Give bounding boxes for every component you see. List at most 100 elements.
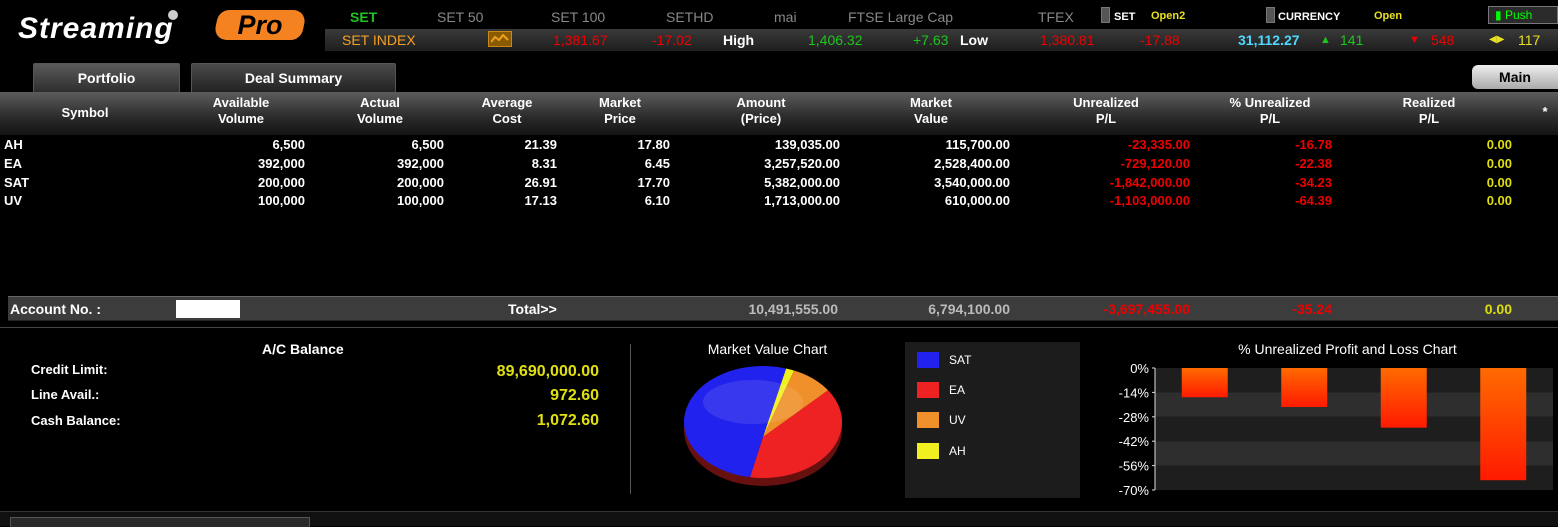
unchanged-icon: ◀▶ [1489,34,1505,45]
top-bar: Streaming Pro SET SET 50 SET 100 SETHD m… [0,0,1558,60]
col-header-unrealized-pl[interactable]: Unrealized P/L [1050,95,1162,127]
tab-portfolio[interactable]: Portfolio [33,63,180,92]
legend-item: EA [917,381,1037,399]
cell-amount: 139,035.00 [774,137,840,152]
total-pct-unrealized-pl: -35.24 [1292,301,1332,317]
cell-unrealized-pl: -729,120.00 [1120,156,1190,171]
portfolio-table-header: Symbol Available Volume Actual Volume Av… [0,92,1558,135]
cell-symbol: UV [4,193,23,208]
main-button[interactable]: Main [1472,65,1558,89]
table-row[interactable]: UV 100,000 100,000 17.13 6.10 1,713,000.… [0,192,1558,211]
market-tab-mai[interactable]: mai [774,9,797,25]
currency-status-indicator [1266,7,1275,23]
total-label: Total>> [508,301,557,317]
bar-ah [1181,368,1228,398]
down-count: 548 [1431,32,1455,48]
bar-chart-tick-label: -70% [1119,483,1150,498]
index-volume: 31,112.27 [1238,32,1300,48]
col-header-star[interactable]: * [1538,104,1552,120]
credit-limit-label: Credit Limit: [31,362,108,377]
high-value: 1,406.32 [808,32,863,48]
bar-chart-title: % Unrealized Profit and Loss Chart [1238,341,1457,357]
cell-market-price: 17.80 [637,137,670,152]
legend-label: UV [949,413,966,427]
table-row[interactable]: AH 6,500 6,500 21.39 17.80 139,035.00 11… [0,136,1558,155]
col-header-amount[interactable]: Amount (Price) [705,95,817,127]
bar-uv [1480,368,1527,481]
pie-legend: SAT EA UV AH [905,342,1080,498]
market-tab-set50[interactable]: SET 50 [437,9,483,25]
market-tab-tfex[interactable]: TFEX [1038,9,1074,25]
cell-realized-pl: 0.00 [1486,175,1512,190]
cell-market-value: 610,000.00 [944,193,1010,208]
market-tab-set[interactable]: SET [350,9,377,25]
table-row[interactable]: EA 392,000 392,000 8.31 6.45 3,257,520.0… [0,155,1558,174]
ac-balance-title: A/C Balance [262,341,344,357]
market-tab-ftse[interactable]: FTSE Large Cap [848,9,953,25]
col-header-pct-unrealized-pl[interactable]: % Unrealized P/L [1210,95,1330,127]
logo-text-pro: Pro [237,10,283,40]
logo-pro-badge: Pro [212,10,308,40]
index-ticker-row: SET INDEX 1,381.67 -17.02 High 1,406.32 … [325,29,1558,51]
cell-amount: 1,713,000.00 [764,193,840,208]
legend-label: EA [949,383,966,397]
section-divider [0,327,1558,328]
legend-swatch [917,412,939,428]
streaming-pro-logo: Streaming Pro [18,6,308,46]
currency-label: CURRENCY [1278,11,1341,23]
line-avail-value: 972.60 [550,387,599,404]
cell-actual-volume: 6,500 [411,137,444,152]
cell-average-cost: 21.39 [524,137,557,152]
index-name[interactable]: SET INDEX [342,32,416,48]
low-change: -17.88 [1140,32,1180,48]
col-header-actual-volume[interactable]: Actual Volume [325,95,435,127]
market-tab-sethd[interactable]: SETHD [666,9,713,25]
col-header-average-cost[interactable]: Average Cost [455,95,559,127]
unrealized-pl-bar-chart: 0% -14% -28% -42% -56% -70% [1119,361,1553,498]
logo-text-streaming: Streaming [18,12,174,45]
cell-pct-unrealized-pl: -22.38 [1295,156,1332,171]
bar-chart-tick-label: -28% [1119,410,1150,425]
cell-unrealized-pl: -1,103,000.00 [1109,193,1190,208]
cell-actual-volume: 100,000 [397,193,444,208]
tab-deal-summary[interactable]: Deal Summary [191,63,396,92]
up-count: 141 [1340,32,1364,48]
cell-market-value: 2,528,400.00 [934,156,1010,171]
cell-realized-pl: 0.00 [1486,193,1512,208]
set-status-indicator [1101,7,1110,23]
legend-swatch [917,443,939,459]
cell-amount: 5,382,000.00 [764,175,840,190]
legend-item: AH [917,442,1037,460]
market-value-pie-chart [684,366,842,486]
high-label: High [723,32,755,48]
pie-highlight [703,380,803,424]
currency-status-value: Open [1374,10,1403,22]
total-market-value: 6,794,100.00 [928,301,1010,317]
cell-symbol: AH [4,137,23,152]
up-arrow-icon: ▲ [1320,34,1331,46]
col-header-available-volume[interactable]: Available Volume [185,95,297,127]
cell-available-volume: 392,000 [258,156,305,171]
cell-available-volume: 200,000 [258,175,305,190]
col-header-market-price[interactable]: Market Price [570,95,670,127]
trend-chart-icon[interactable] [488,31,512,47]
legend-item: UV [917,411,1037,429]
col-header-realized-pl[interactable]: Realized P/L [1375,95,1483,127]
low-label: Low [960,32,988,48]
bar-chart-tick-label: -42% [1119,434,1150,449]
account-no-field[interactable] [176,300,240,318]
credit-limit-value: 89,690,000.00 [496,363,599,380]
col-header-market-value[interactable]: Market Value [875,95,987,127]
index-change: -17.02 [652,32,692,48]
table-row[interactable]: SAT 200,000 200,000 26.91 17.70 5,382,00… [0,174,1558,193]
col-header-symbol[interactable]: Symbol [40,105,130,121]
total-unrealized-pl: -3,697,455.00 [1103,301,1190,317]
cell-market-value: 115,700.00 [945,137,1010,152]
bar-chart-tick-label: -56% [1119,459,1150,474]
push-button[interactable]: ▮ Push [1488,6,1558,24]
market-tab-set100[interactable]: SET 100 [551,9,605,25]
cell-amount: 3,257,520.00 [764,156,840,171]
account-no-label: Account No. : [10,301,101,317]
cell-pct-unrealized-pl: -34.23 [1295,175,1332,190]
cell-market-price: 6.45 [644,156,670,171]
